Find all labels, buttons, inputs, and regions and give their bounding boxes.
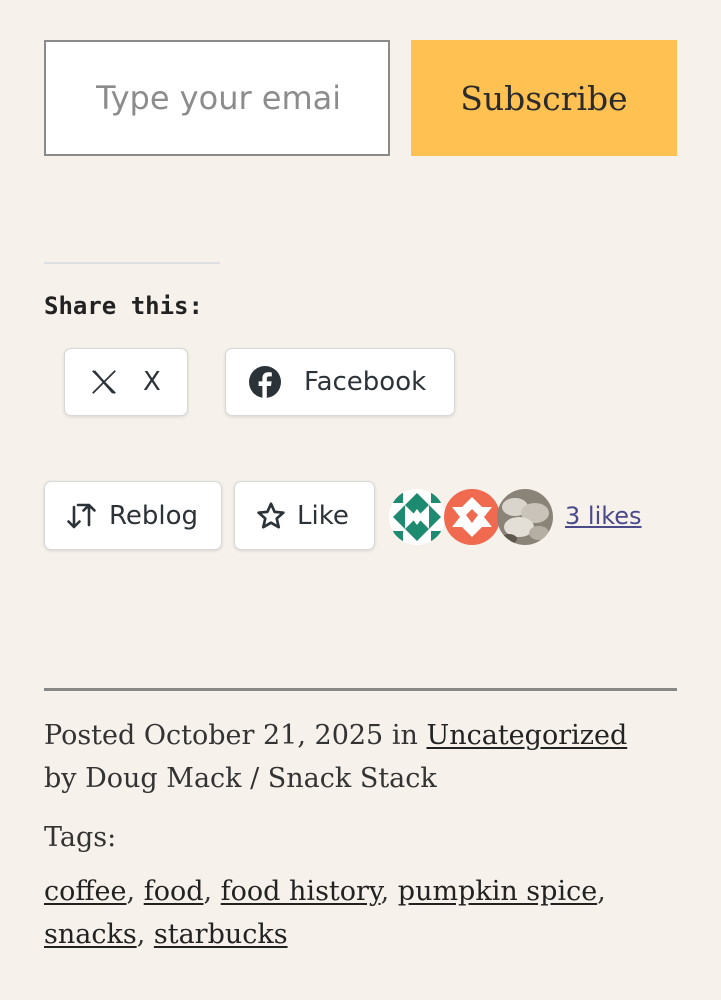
subscribe-button[interactable]: Subscribe — [411, 40, 677, 156]
by-prefix: by — [44, 763, 77, 794]
like-button[interactable]: Like — [234, 481, 375, 550]
divider — [44, 262, 220, 264]
tag-link[interactable]: starbucks — [154, 919, 288, 950]
avatar[interactable] — [389, 489, 445, 545]
tag-link[interactable]: food history — [221, 876, 381, 907]
tag-link[interactable]: food — [144, 876, 204, 907]
posted-prefix: Posted — [44, 720, 136, 751]
share-x-label: X — [143, 367, 161, 397]
share-facebook-button[interactable]: Facebook — [225, 348, 455, 416]
likes-count-link[interactable]: 3 likes — [565, 502, 642, 530]
post-meta: Posted October 21, 2025 in Uncategorized… — [44, 714, 684, 800]
post-author: Doug Mack / Snack Stack — [85, 763, 437, 794]
share-heading: Share this: — [44, 292, 203, 320]
post-date: October 21, 2025 — [143, 720, 384, 751]
x-logo-icon — [89, 367, 119, 397]
tag-link[interactable]: coffee — [44, 876, 127, 907]
avatar[interactable] — [497, 489, 553, 545]
reblog-label: Reblog — [109, 500, 199, 531]
reblog-icon — [65, 501, 99, 531]
tags-label: Tags: — [44, 822, 117, 853]
share-x-button[interactable]: X — [64, 348, 188, 416]
in-text: in — [391, 720, 418, 751]
star-icon — [255, 500, 287, 532]
facebook-icon — [248, 365, 282, 399]
category-link[interactable]: Uncategorized — [426, 720, 627, 751]
email-input[interactable] — [44, 40, 390, 156]
tags-list: coffee, food, food history, pumpkin spic… — [44, 876, 606, 950]
tag-link[interactable]: pumpkin spice — [398, 876, 597, 907]
like-label: Like — [297, 500, 349, 531]
tag-link[interactable]: snacks — [44, 919, 137, 950]
reblog-button[interactable]: Reblog — [44, 481, 222, 550]
divider — [44, 688, 677, 691]
avatar[interactable] — [444, 489, 500, 545]
share-facebook-label: Facebook — [304, 367, 427, 397]
